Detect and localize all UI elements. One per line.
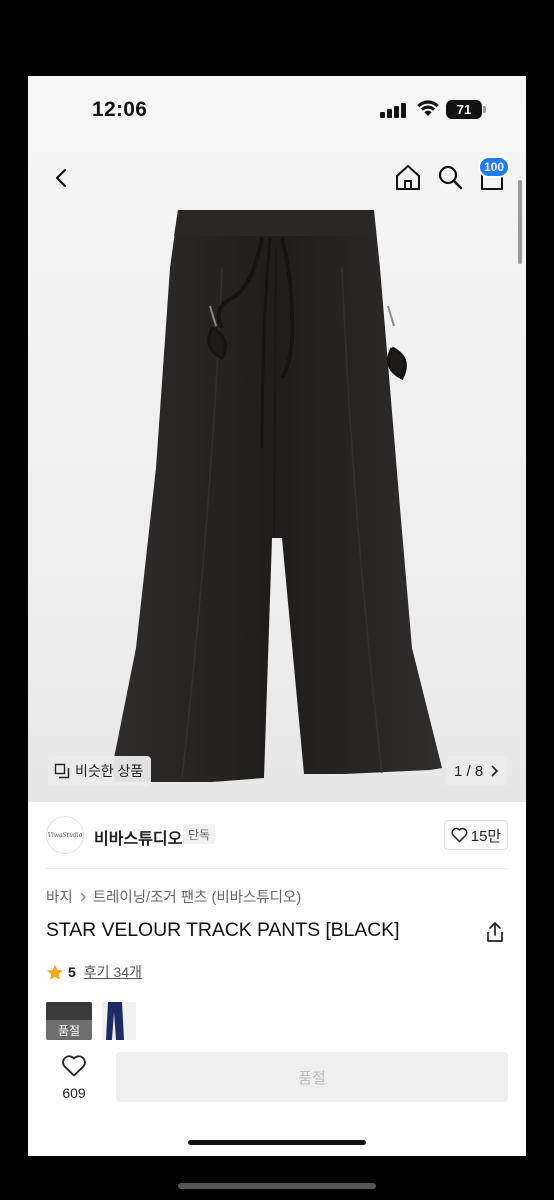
product-gallery[interactable]: 12:06 71 100 비슷한 상품 1 / 8 <box>28 76 526 802</box>
similar-icon <box>54 763 70 779</box>
top-nav: 100 <box>28 156 526 200</box>
app-screen: 12:06 71 100 비슷한 상품 1 / 8 ViwaStudio 비바스… <box>28 76 526 1156</box>
color-option-navy[interactable] <box>102 1002 136 1040</box>
home-indicator <box>188 1140 366 1145</box>
wish-button[interactable]: 609 <box>46 1054 102 1101</box>
buy-button[interactable]: 품절 <box>116 1052 508 1102</box>
store-like-count: 15만 <box>470 827 502 845</box>
divider <box>46 868 508 869</box>
scrollbar[interactable] <box>518 180 522 264</box>
heart-icon <box>451 827 468 843</box>
wifi-icon <box>417 100 439 116</box>
rating-row: 5 후기 34개 <box>46 962 142 982</box>
similar-products-button[interactable]: 비슷한 상품 <box>48 756 152 786</box>
cart-count-badge[interactable]: 100 <box>478 156 511 178</box>
bottom-action-bar: 609 품절 <box>28 1044 526 1156</box>
store-row[interactable]: ViwaStudio 비바스튜디오 단독 15만 <box>28 802 526 868</box>
breadcrumb-level2[interactable]: 트레이닝/조거 팬츠 (비바스튜디오) <box>93 886 302 907</box>
soldout-label: 품절 <box>46 1020 92 1040</box>
battery-indicator: 71 <box>446 100 486 119</box>
home-icon[interactable] <box>394 162 422 192</box>
rating-score: 5 <box>68 964 76 980</box>
breadcrumb: 바지 트레이닝/조거 팬츠 (비바스튜디오) <box>46 886 301 907</box>
product-image <box>112 210 442 782</box>
store-logo[interactable]: ViwaStudio <box>46 816 84 854</box>
store-like-button[interactable]: 15만 <box>444 820 508 850</box>
gallery-page-indicator: 1 / 8 <box>454 762 484 780</box>
gallery-pager[interactable]: 1 / 8 <box>446 756 508 786</box>
back-icon[interactable] <box>48 162 76 194</box>
share-icon[interactable] <box>484 920 506 944</box>
store-logo-text: ViwaStudio <box>47 831 83 839</box>
breadcrumb-level1[interactable]: 바지 <box>46 886 73 907</box>
search-icon[interactable] <box>436 162 464 192</box>
similar-products-label: 비슷한 상품 <box>75 763 144 779</box>
product-title: STAR VELOUR TRACK PANTS [BLACK] <box>46 919 400 941</box>
color-option-navy-image <box>106 1002 124 1040</box>
status-time: 12:06 <box>92 98 148 121</box>
chevron-right-icon <box>80 892 86 901</box>
color-option-black[interactable]: 품절 <box>46 1002 92 1040</box>
heart-icon <box>62 1055 86 1077</box>
status-bar: 12:06 71 <box>28 76 526 136</box>
store-name[interactable]: 비바스튜디오 <box>94 825 182 849</box>
star-icon <box>47 964 63 980</box>
outer-home-indicator <box>178 1183 376 1189</box>
chevron-right-icon <box>491 765 499 777</box>
exclusive-badge: 단독 <box>183 824 216 844</box>
wish-count: 609 <box>62 1085 86 1101</box>
color-options: 품절 <box>46 1002 136 1040</box>
cellular-signal-icon <box>380 102 408 118</box>
review-link[interactable]: 후기 34개 <box>84 962 142 982</box>
